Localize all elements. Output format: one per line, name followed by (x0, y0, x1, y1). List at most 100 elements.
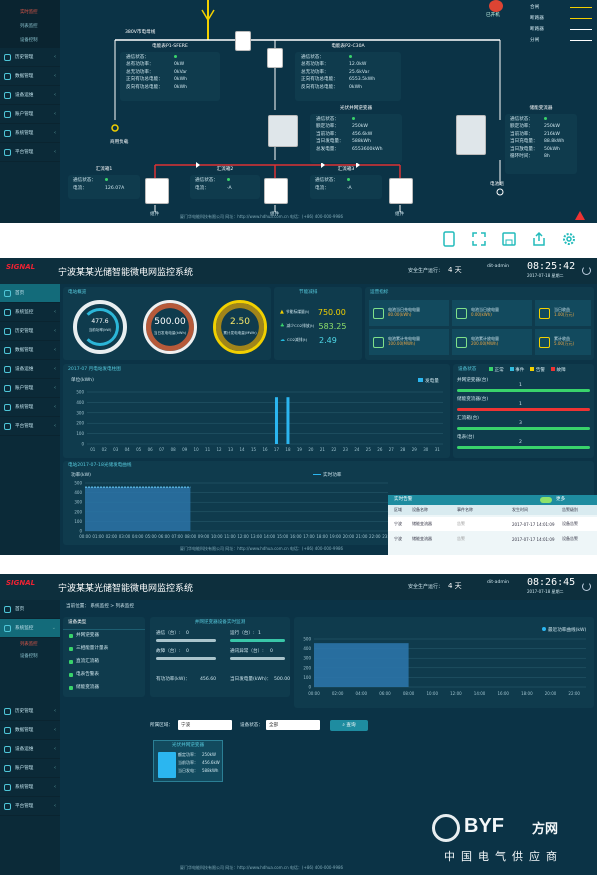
area-select[interactable]: 宁波 (178, 720, 232, 730)
sidebar: 首页 系统监控 ⌄ 列表监控 设备控制 历史管理 ‹ 数据管理 ‹ 设备运维 ‹ 账户管… (0, 600, 60, 875)
sidebar-sub-control[interactable]: 设备控制 (0, 650, 60, 662)
device-type-item[interactable]: 储能变流器 (63, 682, 145, 695)
sidebar-item-platform[interactable]: 平台管理 ‹ (0, 143, 60, 162)
sidebar-sub-control[interactable]: 设备控制 (0, 34, 38, 46)
storage-device[interactable] (456, 115, 486, 155)
alarm-indicator[interactable] (489, 0, 503, 12)
sidebar-item-account[interactable]: 账户管理 ‹ (0, 105, 60, 124)
sidebar-item-monitor[interactable]: 系统监控 ⌄ (0, 619, 60, 638)
x-tick-label: 04:00 (132, 534, 144, 539)
share-icon[interactable] (526, 226, 552, 252)
warning-icon (575, 211, 585, 220)
pv-inverter-device[interactable] (268, 115, 298, 147)
footer: 厦门华电能科技有限公司 网址：http://www.hdhua.com.cn 电… (180, 214, 344, 219)
battery-icon (456, 336, 467, 348)
status-select[interactable]: 全部 (266, 720, 320, 730)
x-tick-label: 06 (148, 447, 154, 452)
sidebar-item-account[interactable]: 账户管理 ‹ (0, 379, 60, 398)
x-tick-label: 00:00 (79, 534, 91, 539)
user-name[interactable]: dit-admin (487, 580, 509, 586)
x-tick-label: 04:00 (356, 691, 368, 696)
filter-label-status: 设备状态： (240, 723, 263, 728)
sidebar-sub-list[interactable]: 列表监控 (0, 20, 38, 32)
sidebar-item-ops[interactable]: 设备运维 ‹ (0, 86, 60, 105)
status-row: 电表(台) 2 (457, 435, 590, 454)
sidebar-item-system[interactable]: 系统管理 ‹ (0, 124, 60, 143)
meter2-device[interactable] (267, 48, 283, 68)
save-icon[interactable] (496, 226, 522, 252)
power-icon[interactable] (582, 266, 591, 275)
combiner1-panel: 汇流箱1 通信状态： 电流： 126.07A (68, 167, 140, 201)
x-tick-label: 30 (423, 447, 429, 452)
y-tick-label: 400 (74, 490, 82, 495)
device-type-item[interactable]: 直流汇流箱 (63, 656, 145, 669)
sidebar-item-ops[interactable]: 设备运维 ‹ (0, 740, 60, 759)
combiner2-panel: 汇流箱2 通信状态： 电流： -A (190, 167, 260, 201)
fullscreen-icon[interactable] (466, 226, 492, 252)
x-tick-label: 12:00 (237, 534, 249, 539)
sidebar-item-system[interactable]: 系统管理 ‹ (0, 778, 60, 797)
sidebar-item-platform[interactable]: 平台管理 ‹ (0, 797, 60, 816)
combiner2-device[interactable] (264, 178, 288, 204)
watermark-cn: 方网 (532, 822, 559, 837)
device-type-item[interactable]: 三相能量计量表 (63, 643, 145, 656)
sidebar-item-monitor[interactable]: 系统监控 ‹ (0, 303, 60, 322)
user-name[interactable]: dit-admin (487, 264, 509, 270)
sidebar-item-system[interactable]: 系统管理 ‹ (0, 398, 60, 417)
x-tick-label: 31 (435, 447, 441, 452)
x-tick-label: 15:00 (277, 534, 289, 539)
history-icon (4, 707, 11, 715)
screen-1: 实时监控 列表监控 设备控制 历史管理 ‹ 数据管理 ‹ 设备运维 ‹ 账户管理 ‹ 系… (0, 0, 597, 223)
x-tick-label: 06:00 (158, 534, 170, 539)
battery-icon (456, 307, 467, 319)
x-tick-label: 03 (113, 447, 119, 452)
device-type-item[interactable]: 电表告警表 (63, 669, 145, 682)
alarm-more-link[interactable]: 更多 (556, 497, 565, 503)
x-tick-label: 18:00 (316, 534, 328, 539)
combiner3-device[interactable] (389, 178, 413, 204)
logo: SIGNAL (6, 263, 36, 271)
system-icon (4, 403, 11, 411)
x-tick-label: 10:00 (426, 691, 438, 696)
tablet-icon[interactable] (436, 226, 462, 252)
status-row: 汇流箱(台) 3 (457, 416, 590, 435)
combiner1-device[interactable] (145, 178, 169, 204)
gear-icon[interactable] (556, 226, 582, 252)
sidebar-item-data[interactable]: 数据管理 ‹ (0, 721, 60, 740)
sidebar-item-ops[interactable]: 设备运维 ‹ (0, 360, 60, 379)
sidebar-item-platform[interactable]: 平台管理 ‹ (0, 417, 60, 436)
sidebar-item-data[interactable]: 数据管理 ‹ (0, 341, 60, 360)
area-series (85, 487, 191, 531)
y-tick-label: 100 (303, 675, 311, 680)
search-button[interactable]: ⌕ 查询 (330, 720, 368, 731)
logo: SIGNAL (6, 579, 36, 587)
sidebar-item-account[interactable]: 账户管理 ‹ (0, 759, 60, 778)
x-tick-label: 18:00 (521, 691, 533, 696)
sidebar-item-history[interactable]: 历史管理 ‹ (0, 702, 60, 721)
device-card[interactable]: 光伏并网逆变器 额定功率： 250kW 当前功率： 456.6kW 当日发电： 588… (153, 740, 223, 782)
x-tick-label: 22:00 (568, 691, 580, 696)
sidebar-sub-list[interactable]: 列表监控 (0, 638, 60, 650)
sidebar-item-history[interactable]: 历史管理 ‹ (0, 322, 60, 341)
sidebar-item-home[interactable]: 首页 (0, 600, 60, 619)
revenue-icon (539, 307, 550, 319)
meter1-device[interactable] (235, 31, 251, 51)
sidebar-item-home[interactable]: 首页 (0, 284, 60, 303)
grid-label: 电池组 (490, 182, 504, 187)
x-tick-label: 22:00 (369, 534, 381, 539)
status-dot (105, 177, 108, 181)
sidebar-item-history[interactable]: 历史管理 ‹ (0, 48, 60, 67)
sidebar-item-data[interactable]: 数据管理 ‹ (0, 67, 60, 86)
alarm-toggle[interactable] (540, 497, 552, 503)
energy-card: 当日收益 1.00(万元) (535, 300, 591, 326)
y-tick-label: 200 (303, 665, 311, 670)
y-tick-label: 300 (303, 656, 311, 661)
x-tick-label: 14:00 (264, 534, 276, 539)
alarm-row[interactable]: 宁波 储能变流器 告警 2017-07-17 14:01:09 设备告警 (388, 532, 597, 546)
power-icon[interactable] (582, 582, 591, 591)
alarm-row[interactable]: 宁波 储能变流器 告警 2017-07-17 14:01:09 设备告警 (388, 517, 597, 531)
x-tick-label: 20:00 (545, 691, 557, 696)
device-type-item[interactable]: 并网逆变器 (63, 630, 145, 643)
sidebar-sub-realtime[interactable]: 实时监控 (0, 6, 38, 18)
gear-icon (4, 148, 11, 156)
